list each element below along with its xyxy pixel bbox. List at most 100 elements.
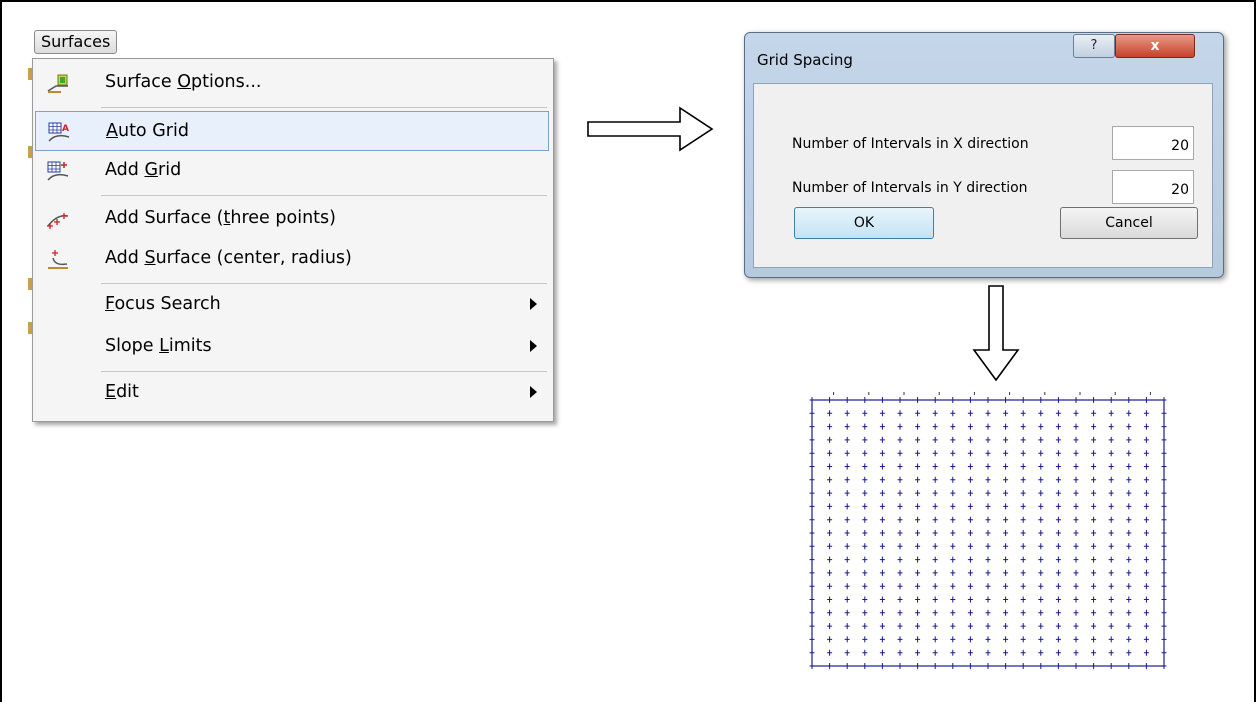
grid-point [879,503,885,510]
grid-point [1091,423,1097,430]
grid-point [967,596,973,603]
ok-button[interactable]: OK [794,207,934,239]
grid-point [1073,436,1079,443]
grid-point [1003,503,1009,510]
x-intervals-label: Number of Intervals in X direction [792,136,1029,152]
grid-point [1091,583,1097,590]
grid-point [1020,596,1026,603]
grid-point [879,463,885,470]
menu-item-label: Surface Options... [105,72,262,92]
grid-point [1038,423,1044,430]
menu-item-auto-grid[interactable]: A Auto Grid [35,111,549,151]
menu-item-label: Add Grid [105,160,182,180]
grid-point [1003,543,1009,550]
grid-point [1161,556,1167,563]
menu-item-focus-search[interactable]: Focus Search [35,285,549,325]
grid-point [809,476,815,483]
grid-point [897,490,903,497]
close-button[interactable]: x [1115,34,1195,58]
grid-point [915,436,921,443]
grid-point [809,596,815,603]
grid-point [932,476,938,483]
menu-item-slope-limits[interactable]: Slope Limits [35,327,549,367]
grid-point [1161,543,1167,550]
grid-point [1020,397,1026,403]
grid-point [950,569,956,576]
grid-point [985,596,991,603]
grid-point [1161,436,1167,443]
menu-item-surface-options[interactable]: Surface Options... [35,63,549,103]
grid-point [879,490,885,497]
grid-point [1055,397,1061,403]
cancel-button[interactable]: Cancel [1060,207,1198,239]
grid-point [1143,649,1149,656]
grid-point [1055,569,1061,576]
grid-point [915,503,921,510]
grid-point [1055,609,1061,616]
grid-point [844,609,850,616]
menu-separator [101,107,547,108]
y-intervals-label: Number of Intervals in Y direction [792,180,1028,196]
grid-point [844,596,850,603]
grid-point [862,596,868,603]
help-button[interactable]: ? [1073,34,1115,58]
grid-point [1038,636,1044,643]
grid-point [967,503,973,510]
grid-point [897,556,903,563]
grid-point [950,423,956,430]
grid-point [932,423,938,430]
grid-point [809,397,815,403]
menu-item-add-surface-three-points[interactable]: Add Surface (three points) [35,199,549,239]
grid-point [1143,476,1149,483]
grid-point [897,463,903,470]
grid-point [1161,490,1167,497]
add-surface-center-radius-icon [48,250,68,269]
grid-point [1108,649,1114,656]
grid-point [1038,609,1044,616]
grid-point [1108,530,1114,536]
surfaces-dropdown-menu: Surface Options... A Auto Grid Add Grid … [32,58,554,422]
grid-point [897,450,903,457]
grid-point [844,543,850,550]
grid-point [932,623,938,630]
grid-point [827,450,833,457]
y-intervals-input[interactable] [1112,170,1194,204]
menu-item-add-grid[interactable]: Add Grid [35,151,549,191]
grid-point [1055,623,1061,630]
grid-point [1143,623,1149,630]
grid-point [862,649,868,656]
grid-point [1091,436,1097,443]
menu-item-edit[interactable]: Edit [35,373,549,413]
grid-point [967,530,973,536]
surfaces-menu-title[interactable]: Surfaces [34,30,118,54]
menu-item-label: Focus Search [105,294,221,314]
grid-point [915,609,921,616]
dialog-title: Grid Spacing [757,51,853,69]
grid-point [809,410,815,417]
grid-point [1108,583,1114,590]
grid-point [1143,516,1149,523]
grid-point [1038,543,1044,550]
menu-item-add-surface-center-radius[interactable]: Add Surface (center, radius) [35,239,549,279]
menu-item-label: Auto Grid [106,121,189,141]
grid-point [1073,516,1079,523]
grid-point [897,636,903,643]
grid-point [862,410,868,417]
grid-point [967,436,973,443]
grid-point [1003,583,1009,590]
grid-point [1091,569,1097,576]
grid-point [862,609,868,616]
grid-point [844,649,850,656]
grid-point [1055,436,1061,443]
grid-point [1038,450,1044,457]
grid-point [1161,569,1167,576]
x-intervals-input[interactable] [1112,126,1194,160]
grid-point [827,490,833,497]
grid-point [1126,410,1132,417]
grid-point [897,503,903,510]
grid-point [932,556,938,563]
submenu-arrow-icon [530,386,537,398]
grid-point [950,649,956,656]
grid-point [1020,423,1026,430]
grid-point [1161,636,1167,643]
